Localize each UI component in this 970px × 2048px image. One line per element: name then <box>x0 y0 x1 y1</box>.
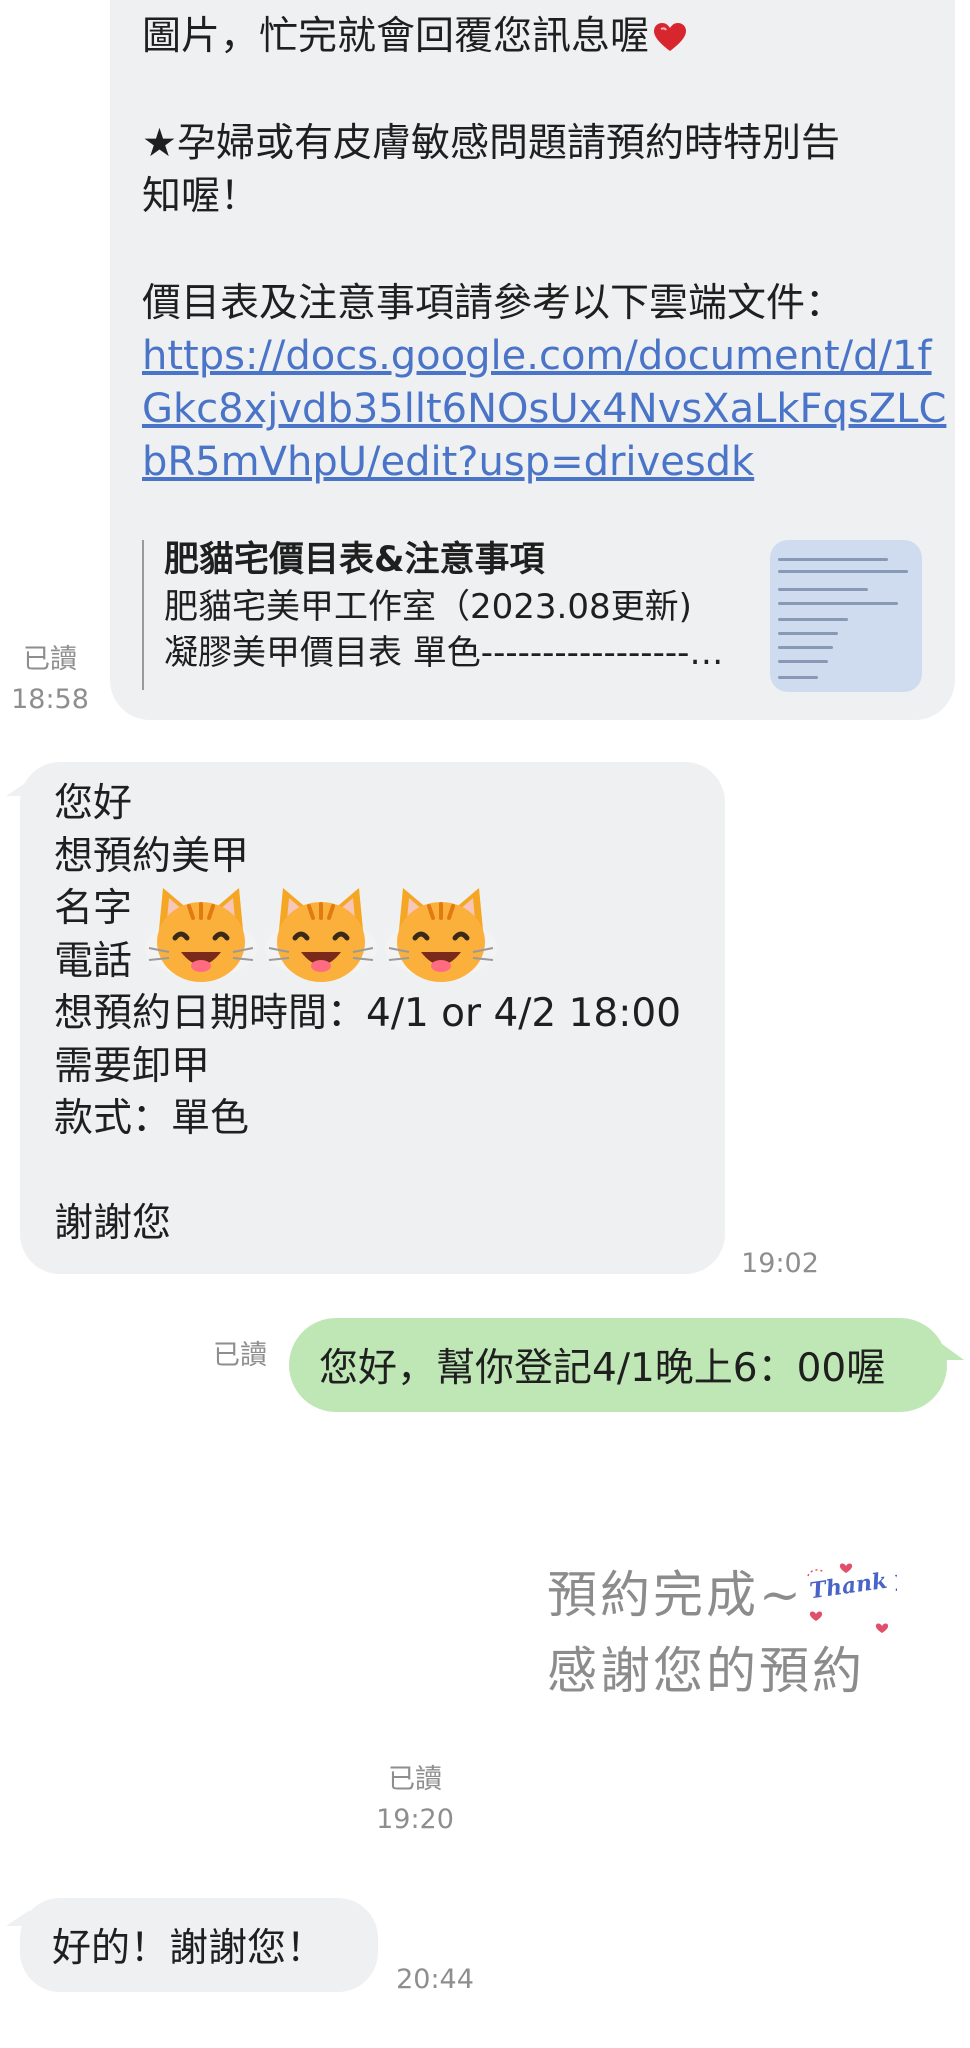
message-text: 好的！謝謝您！ <box>52 1926 326 1971</box>
message-line: 需要卸甲 <box>54 1043 211 1089</box>
message-line: 款式：單色 <box>54 1096 250 1141</box>
booking-complete-sticker[interactable]: 預約完成~ 感謝您的預約 Thank you!! <box>540 1560 900 1730</box>
message-line: 想預約日期時間：4/1 or 4/2 18:00 <box>54 991 682 1036</box>
heart-emoji-icon <box>654 23 687 51</box>
document-link[interactable]: Gkc8xjvdb35llt6NOsUx4NvsXaLkFqsZLC <box>142 383 946 436</box>
bubble-tail <box>942 1344 964 1360</box>
message-bubble-outgoing-info[interactable]: 圖片，忙完就會回覆您訊息喔 ★孕婦或有皮膚敏感問題請預約時特別告 知喔！ 價目表… <box>110 0 955 720</box>
thank-you-hearts-icon: Thank you!! <box>807 1560 897 1633</box>
message-line: 想預約美甲 <box>54 833 250 879</box>
document-link[interactable]: bR5mVhpU/edit?usp=drivesdk <box>142 436 923 489</box>
message-time: 18:58 <box>11 684 89 715</box>
cat-face-icon <box>265 888 377 982</box>
message-bubble-incoming-booking[interactable]: 您好 想預約美甲 名字 電話 想預約日期時間：4/1 or 4/2 18:00 … <box>20 762 725 1274</box>
message-time: 19:20 <box>376 1804 454 1835</box>
message-line: 價目表及注意事項請參考以下雲端文件： <box>142 281 845 326</box>
message-line: 您好 <box>54 781 133 826</box>
preview-description: 凝膠美甲價目表 單色-----------------------... <box>164 633 724 673</box>
preview-description: 肥貓宅美甲工作室（2023.08更新) <box>164 587 692 627</box>
cat-emoji-group <box>145 882 505 992</box>
message-line: ★孕婦或有皮膚敏感問題請預約時特別告 <box>142 121 840 166</box>
thank-you-label: Thank you!! <box>808 1560 897 1604</box>
read-receipt: 已讀 <box>23 644 77 675</box>
message-bubble-outgoing-reply[interactable]: 您好，幫你登記4/1晚上6：00喔 <box>289 1318 947 1412</box>
message-bubble-incoming-thanks[interactable]: 好的！謝謝您！ <box>20 1898 378 1992</box>
cat-face-icon <box>145 888 257 982</box>
document-link[interactable]: https://docs.google.com/document/d/1f <box>142 330 932 383</box>
sticker-text: 預約完成~ <box>547 1566 804 1624</box>
message-text: 您好，幫你登記4/1晚上6：00喔 <box>319 1346 886 1391</box>
read-receipt: 已讀 <box>213 1340 267 1371</box>
document-thumbnail <box>770 540 922 692</box>
message-line: 知喔！ <box>142 174 260 219</box>
message-time: 19:02 <box>741 1248 819 1279</box>
cat-face-icon <box>385 888 497 982</box>
read-receipt: 已讀 <box>388 1764 442 1795</box>
message-line: 圖片，忙完就會回覆您訊息喔 <box>142 10 923 63</box>
message-time: 20:44 <box>396 1964 474 1995</box>
link-preview-card[interactable]: 肥貓宅價目表&注意事項 肥貓宅美甲工作室（2023.08更新) 凝膠美甲價目表 … <box>142 540 922 692</box>
message-line: 謝謝您 <box>54 1201 172 1246</box>
